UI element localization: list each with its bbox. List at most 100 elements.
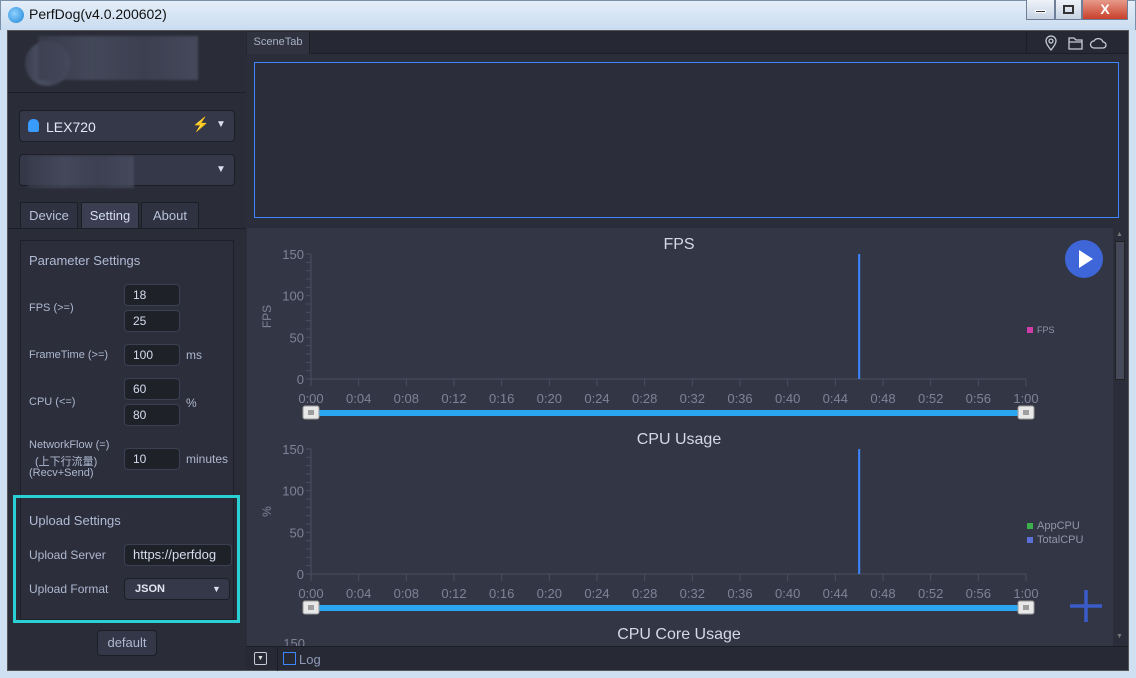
- x-tick-label: 0:36: [727, 586, 752, 601]
- parameter-settings-title: Parameter Settings: [29, 253, 141, 268]
- y-tick-label: 150: [282, 442, 304, 457]
- log-checkbox[interactable]: [283, 652, 296, 665]
- frametime-input[interactable]: 100: [124, 344, 180, 366]
- x-tick-label: 1:00: [1013, 586, 1038, 601]
- upload-server-label: Upload Server: [29, 548, 106, 562]
- upload-server-input[interactable]: https://perfdog: [124, 544, 232, 566]
- fps-label: FPS (>=): [29, 302, 74, 314]
- upload-settings-title: Upload Settings: [29, 513, 121, 528]
- username-redacted: [38, 36, 198, 80]
- x-tick-label: 0:56: [966, 586, 991, 601]
- y-tick-label: 0: [297, 372, 304, 387]
- play-icon: [1079, 250, 1093, 268]
- log-label: Log: [299, 652, 321, 667]
- x-tick-label: 0:44: [823, 391, 848, 406]
- window-title: PerfDog(v4.0.200602): [29, 6, 167, 22]
- tab-setting[interactable]: Setting: [81, 202, 139, 228]
- chart-title: CPU Core Usage: [617, 626, 741, 643]
- y-tick-label: 0: [297, 567, 304, 582]
- upload-format-select[interactable]: JSON ▼: [124, 578, 230, 600]
- y-axis-label: FPS: [260, 305, 274, 328]
- scene-tab-bar: [246, 31, 1128, 54]
- y-tick-label: 50: [290, 525, 304, 540]
- y-tick-label: 150: [282, 247, 304, 262]
- scrollbar-thumb[interactable]: [1115, 241, 1125, 380]
- network-input[interactable]: 10: [124, 448, 180, 470]
- app-name-redacted: [28, 156, 134, 188]
- scrollbar[interactable]: ▲ ▼: [1113, 228, 1127, 646]
- x-tick-label: 0:24: [584, 586, 609, 601]
- fps-min-input[interactable]: 18: [124, 284, 180, 306]
- frametime-label: FrameTime (>=): [29, 349, 109, 361]
- toolbar-icons: [1045, 35, 1107, 51]
- x-tick-label: 0:32: [680, 586, 705, 601]
- scroll-up-icon[interactable]: ▲: [1116, 231, 1123, 238]
- minimize-button[interactable]: [1026, 0, 1055, 20]
- x-tick-label: 0:48: [870, 391, 895, 406]
- expand-log-button[interactable]: ▼: [254, 652, 267, 665]
- divider: [1026, 31, 1027, 54]
- chart-title: FPS: [663, 236, 694, 253]
- y-axis-label: %: [260, 506, 274, 517]
- x-tick-label: 0:12: [441, 391, 466, 406]
- charts-panel: FPS FPS 0 50 100 150 0:00 0:04 0:08 0:12 0:16 0:20 0…: [247, 228, 1113, 646]
- x-tick-label: 0:20: [537, 391, 562, 406]
- cpu-min-input[interactable]: 60: [124, 378, 180, 400]
- cpu-label: CPU (<=): [29, 396, 76, 408]
- folder-icon[interactable]: [1068, 37, 1083, 50]
- device-name: LEX720: [46, 119, 96, 135]
- x-tick-label: 0:56: [966, 391, 991, 406]
- chevron-down-icon: ▼: [216, 164, 226, 175]
- close-button[interactable]: X: [1082, 0, 1128, 20]
- fps-target-input[interactable]: 25: [124, 310, 180, 332]
- plus-icon: [1070, 590, 1102, 622]
- x-tick-label: 0:52: [918, 391, 943, 406]
- default-button[interactable]: default: [97, 630, 157, 656]
- legend-swatch: [1027, 327, 1033, 333]
- x-tick-label: 0:36: [727, 391, 752, 406]
- network-label-sub: (Recv+Send): [29, 467, 94, 479]
- user-profile[interactable]: [8, 31, 246, 93]
- scroll-down-icon[interactable]: ▼: [1116, 633, 1123, 640]
- upload-format-value: JSON: [135, 583, 165, 595]
- app-selector[interactable]: ▼: [19, 154, 235, 188]
- x-tick-label: 0:20: [537, 586, 562, 601]
- app-logo-icon: [8, 7, 24, 23]
- x-tick-label: 0:28: [632, 586, 657, 601]
- x-tick-label: 0:04: [346, 586, 371, 601]
- x-tick-label: 0:48: [870, 586, 895, 601]
- chevron-down-icon: ▼: [212, 584, 221, 594]
- add-chart-button[interactable]: [1068, 588, 1104, 624]
- legend-swatch: [1027, 537, 1033, 543]
- cpu-unit: %: [186, 396, 197, 410]
- tab-about[interactable]: About: [141, 202, 199, 228]
- bottom-bar: ▼ Log: [246, 646, 1128, 671]
- x-tick-label: 0:32: [680, 391, 705, 406]
- x-tick-label: 0:40: [775, 586, 800, 601]
- cloud-icon[interactable]: [1089, 37, 1107, 49]
- title-bar: [0, 0, 1136, 30]
- x-tick-label: 0:08: [394, 586, 419, 601]
- legend-label-appcpu: AppCPU: [1037, 520, 1080, 532]
- legend-label-fps: FPS: [1037, 325, 1055, 335]
- x-tick-label: 1:00: [1013, 391, 1038, 406]
- x-tick-label: 0:12: [441, 586, 466, 601]
- play-button[interactable]: [1065, 240, 1103, 278]
- tab-scene[interactable]: SceneTab: [247, 32, 310, 54]
- x-tick-label: 0:16: [489, 391, 514, 406]
- x-tick-label: 0:08: [394, 391, 419, 406]
- divider: [277, 647, 278, 671]
- location-icon[interactable]: [1045, 35, 1057, 51]
- android-icon: [28, 119, 39, 132]
- scene-panel: [254, 62, 1119, 218]
- cpu-max-input[interactable]: 80: [124, 404, 180, 426]
- legend-label-totalcpu: TotalCPU: [1037, 534, 1084, 546]
- tab-device[interactable]: Device: [20, 202, 78, 228]
- x-tick-label: 0:00: [298, 391, 323, 406]
- chart-title: CPU Usage: [637, 431, 722, 448]
- device-selector[interactable]: LEX720 ⚡ ▼: [19, 110, 235, 142]
- network-unit: minutes: [186, 452, 229, 466]
- legend-swatch: [1027, 523, 1033, 529]
- x-tick-label: 0:16: [489, 586, 514, 601]
- maximize-button[interactable]: [1055, 0, 1082, 20]
